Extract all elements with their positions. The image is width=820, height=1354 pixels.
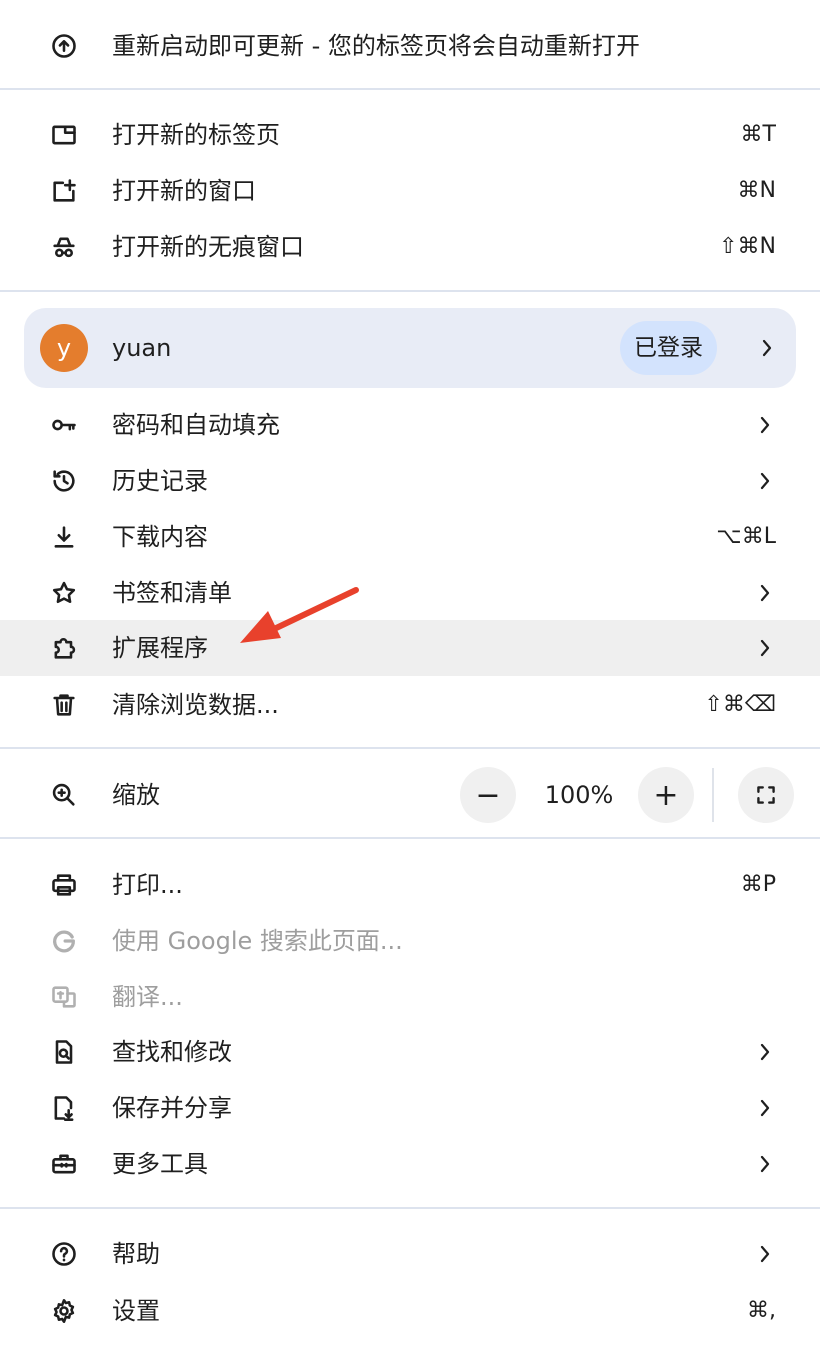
chevron-right-icon bbox=[758, 308, 776, 388]
signed-in-badge: 已登录 bbox=[620, 321, 717, 375]
save-page-icon bbox=[48, 1092, 80, 1124]
shortcut-text: ⌘N bbox=[737, 178, 776, 203]
print-item[interactable]: 打印... ⌘P bbox=[0, 857, 820, 913]
more-tools-item[interactable]: 更多工具 bbox=[0, 1136, 820, 1192]
menu-item-label: 打开新的标签页 bbox=[112, 121, 280, 149]
trash-icon bbox=[48, 689, 80, 721]
divider bbox=[0, 747, 820, 749]
translate-icon bbox=[48, 981, 80, 1013]
clear-browsing-data-item[interactable]: 清除浏览数据... ⇧⌘⌫ bbox=[0, 677, 820, 733]
menu-item-label: 打印... bbox=[112, 871, 183, 899]
fullscreen-icon bbox=[757, 786, 775, 804]
divider bbox=[0, 290, 820, 292]
chrome-main-menu: 重新启动即可更新 - 您的标签页将会自动重新打开 打开新的标签页 ⌘T 打开新的… bbox=[0, 0, 820, 1354]
toolbox-icon bbox=[48, 1148, 80, 1180]
history-icon bbox=[48, 465, 80, 497]
settings-item[interactable]: 设置 ⌘, bbox=[0, 1283, 820, 1339]
shortcut-text: ⌘P bbox=[740, 872, 776, 897]
divider bbox=[0, 837, 820, 839]
menu-item-label: 设置 bbox=[112, 1297, 160, 1325]
find-and-edit-item[interactable]: 查找和修改 bbox=[0, 1024, 820, 1080]
divider bbox=[0, 1207, 820, 1209]
fullscreen-button[interactable] bbox=[738, 767, 794, 823]
menu-item-label: 打开新的窗口 bbox=[112, 177, 256, 205]
chevron-right-icon bbox=[756, 1136, 774, 1192]
tab-icon bbox=[48, 119, 80, 151]
new-window-icon bbox=[48, 175, 80, 207]
chevron-right-icon bbox=[756, 1080, 774, 1136]
menu-item-label: 打开新的无痕窗口 bbox=[112, 233, 304, 261]
chevron-right-icon bbox=[756, 620, 774, 676]
menu-item-label: 下载内容 bbox=[112, 523, 208, 551]
find-in-page-icon bbox=[48, 1036, 80, 1068]
chevron-right-icon bbox=[756, 565, 774, 621]
divider bbox=[712, 768, 714, 822]
menu-item-label: 重新启动即可更新 - 您的标签页将会自动重新打开 bbox=[112, 32, 640, 60]
profile-name: yuan bbox=[112, 334, 172, 362]
menu-item-label: 使用 Google 搜索此页面... bbox=[112, 927, 403, 955]
save-and-share-item[interactable]: 保存并分享 bbox=[0, 1080, 820, 1136]
menu-item-label: 翻译... bbox=[112, 983, 183, 1011]
relaunch-to-update-item[interactable]: 重新启动即可更新 - 您的标签页将会自动重新打开 bbox=[0, 18, 820, 74]
zoom-level: 100% bbox=[544, 781, 614, 809]
shortcut-text: ⌘T bbox=[740, 122, 776, 147]
menu-item-label: 历史记录 bbox=[112, 467, 208, 495]
incognito-icon bbox=[48, 231, 80, 263]
key-icon bbox=[48, 409, 80, 441]
shortcut-text: ⇧⌘⌫ bbox=[704, 692, 776, 717]
extensions-item[interactable]: 扩展程序 bbox=[0, 620, 820, 676]
bookmarks-lists-item[interactable]: 书签和清单 bbox=[0, 565, 820, 621]
menu-item-label: 保存并分享 bbox=[112, 1094, 232, 1122]
shortcut-text: ⌘, bbox=[747, 1298, 776, 1323]
new-incognito-window-item[interactable]: 打开新的无痕窗口 ⇧⌘N bbox=[0, 219, 820, 275]
passwords-autofill-item[interactable]: 密码和自动填充 bbox=[0, 397, 820, 453]
help-item[interactable]: 帮助 bbox=[0, 1226, 820, 1282]
zoom-row: 缩放 − 100% + bbox=[0, 767, 820, 823]
zoom-in-icon bbox=[48, 779, 80, 811]
translate-item[interactable]: 翻译... bbox=[0, 969, 820, 1025]
chevron-right-icon bbox=[756, 1226, 774, 1282]
menu-item-label: 清除浏览数据... bbox=[112, 691, 279, 719]
zoom-out-button[interactable]: − bbox=[460, 767, 516, 823]
downloads-item[interactable]: 下载内容 ⌥⌘L bbox=[0, 509, 820, 565]
divider bbox=[0, 88, 820, 90]
profile-row[interactable]: y yuan 已登录 bbox=[24, 308, 796, 388]
menu-item-label: 更多工具 bbox=[112, 1150, 208, 1178]
shortcut-text: ⇧⌘N bbox=[719, 234, 776, 259]
chevron-right-icon bbox=[756, 397, 774, 453]
help-icon bbox=[48, 1238, 80, 1270]
search-page-with-google-item[interactable]: 使用 Google 搜索此页面... bbox=[0, 913, 820, 969]
shortcut-text: ⌥⌘L bbox=[716, 524, 776, 549]
zoom-label: 缩放 bbox=[112, 781, 160, 809]
menu-item-label: 帮助 bbox=[112, 1240, 160, 1268]
chevron-right-icon bbox=[756, 1024, 774, 1080]
menu-item-label: 密码和自动填充 bbox=[112, 411, 280, 439]
menu-item-label: 查找和修改 bbox=[112, 1038, 232, 1066]
avatar: y bbox=[40, 324, 88, 372]
menu-item-label: 书签和清单 bbox=[112, 579, 232, 607]
chevron-right-icon bbox=[756, 453, 774, 509]
star-icon bbox=[48, 577, 80, 609]
puzzle-piece-icon bbox=[48, 632, 80, 664]
download-icon bbox=[48, 521, 80, 553]
new-window-item[interactable]: 打开新的窗口 ⌘N bbox=[0, 163, 820, 219]
update-arrow-icon bbox=[48, 30, 80, 62]
gear-icon bbox=[48, 1295, 80, 1327]
printer-icon bbox=[48, 869, 80, 901]
menu-item-label: 扩展程序 bbox=[112, 634, 208, 662]
new-tab-item[interactable]: 打开新的标签页 ⌘T bbox=[0, 107, 820, 163]
zoom-in-button[interactable]: + bbox=[638, 767, 694, 823]
google-g-icon bbox=[48, 925, 80, 957]
history-item[interactable]: 历史记录 bbox=[0, 453, 820, 509]
